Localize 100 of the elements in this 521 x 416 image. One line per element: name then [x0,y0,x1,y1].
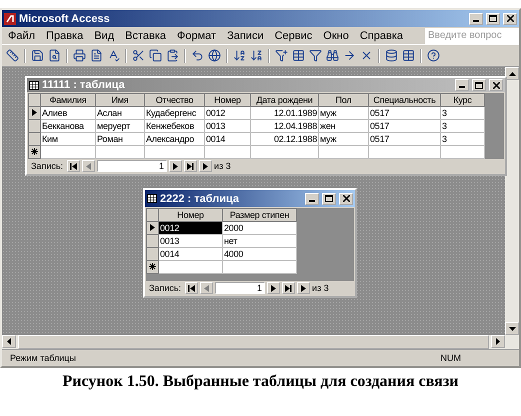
table-cell[interactable]: 0013 [204,120,250,132]
minimize-icon[interactable] [469,12,483,24]
table-cell[interactable]: 0014 [158,248,222,260]
minimize-icon[interactable] [455,79,469,91]
table-cell[interactable]: муж [318,132,368,146]
new-record-button[interactable] [199,160,212,172]
menu-item[interactable]: Вставка [125,30,166,42]
close-icon[interactable] [339,192,353,204]
column-header[interactable]: Курс [440,94,484,106]
table-cell[interactable]: Аслан [96,106,144,120]
first-record-button[interactable] [67,160,80,172]
table-cell[interactable]: 0517 [368,106,440,120]
cut-icon[interactable] [132,49,145,62]
maximize-icon[interactable] [322,192,336,204]
next-record-button[interactable] [267,282,280,294]
sort-descending-icon[interactable] [250,49,263,62]
scroll-up-icon[interactable] [508,72,516,76]
scroll-left-icon[interactable] [7,338,11,345]
table-cell[interactable]: 12.01.1989 [250,106,318,120]
menu-item[interactable]: Правка [46,30,84,42]
menu-item[interactable]: Файл [8,30,36,42]
table-cell[interactable]: 2000 [222,222,296,234]
column-header[interactable]: Номер [158,208,222,222]
column-header[interactable]: Отчество [144,94,204,106]
menu-item[interactable]: Вид [94,30,114,42]
database-icon[interactable] [385,49,398,62]
table-cell[interactable]: Кенжебеков [144,120,204,132]
next-record-button[interactable] [169,160,182,172]
previous-record-button[interactable] [82,160,96,172]
first-record-button[interactable] [185,282,198,294]
globe-icon[interactable] [208,49,221,62]
table-cell[interactable]: 4000 [222,248,296,260]
find-icon[interactable] [326,49,339,62]
table-cell[interactable]: Александро [144,132,204,146]
table-cell[interactable]: 3 [440,120,484,132]
table-cell[interactable]: 0517 [368,132,440,146]
row-selector[interactable] [146,222,158,234]
print-icon[interactable] [73,49,86,62]
menu-item[interactable]: Окно [323,30,349,42]
column-header[interactable]: Имя [96,94,144,106]
table-cell[interactable]: Алиев [40,106,96,120]
table-cell[interactable]: 12.04.1988 [250,120,318,132]
minimize-icon[interactable] [305,192,319,204]
paste-icon[interactable] [166,49,179,62]
close-icon[interactable] [489,79,503,91]
help-icon[interactable] [427,49,440,62]
column-header[interactable]: Пол [318,94,368,106]
column-header[interactable]: Дата рождени [250,94,318,106]
record-number-field[interactable]: 1 [215,282,266,294]
ruler-icon[interactable] [6,49,19,62]
table-cell[interactable]: жен [318,120,368,132]
filter-icon[interactable] [309,49,322,62]
undo-icon[interactable] [191,49,204,62]
column-header[interactable]: Специальность [368,94,440,106]
scroll-right-icon[interactable] [496,338,500,345]
row-selector[interactable] [28,146,40,158]
column-header[interactable]: Фамилия [40,94,96,106]
column-header[interactable]: Номер [204,94,250,106]
table-cell[interactable]: Бекканова [40,120,96,132]
table-cell[interactable]: 02.12.1988 [250,132,318,146]
close-icon[interactable] [503,12,517,24]
question-field[interactable]: Введите вопрос [425,28,519,44]
table-cell[interactable]: 3 [440,106,484,120]
table-cell[interactable]: 0014 [204,132,250,146]
table-cell[interactable]: Ким [40,132,96,146]
table-cell[interactable]: меруерт [96,120,144,132]
document-icon[interactable] [90,49,103,62]
last-record-button[interactable] [282,282,296,294]
menu-item[interactable]: Сервис [274,30,312,42]
table-cell[interactable]: Кудабергенс [144,106,204,120]
table-cell[interactable]: 0012 [204,106,250,120]
previous-record-button[interactable] [200,282,214,294]
last-record-button[interactable] [184,160,198,172]
table-cell[interactable]: 3 [440,132,484,146]
new-record-button[interactable] [297,282,310,294]
table-cell[interactable]: Роман [96,132,144,146]
table-cell[interactable]: 0517 [368,120,440,132]
record-number-field[interactable]: 1 [97,160,168,172]
column-header[interactable]: Размер стипен [222,208,296,222]
spelling-icon[interactable] [107,49,120,62]
maximize-icon[interactable] [486,12,500,24]
table-cell[interactable]: 0013 [158,234,222,248]
copy-icon[interactable] [149,49,162,62]
menu-item[interactable]: Формат [177,30,216,42]
menu-item[interactable]: Справка [360,30,403,42]
row-selector[interactable] [28,106,40,120]
save-icon[interactable] [31,49,44,62]
maximize-icon[interactable] [472,79,486,91]
table-cell[interactable]: нет [222,234,296,248]
row-selector[interactable] [146,260,158,274]
table-cell[interactable]: муж [318,106,368,120]
table-icon[interactable] [402,49,415,62]
filter-plus-icon[interactable] [275,49,288,62]
horizontal-scrollbar[interactable] [2,335,519,349]
scroll-down-icon[interactable] [508,326,516,330]
vertical-scrollbar[interactable] [505,67,519,335]
table-cell[interactable]: 0012 [158,222,222,234]
menu-item[interactable]: Записи [227,30,264,42]
file-search-icon[interactable] [48,49,61,62]
sort-ascending-icon[interactable] [233,49,246,62]
